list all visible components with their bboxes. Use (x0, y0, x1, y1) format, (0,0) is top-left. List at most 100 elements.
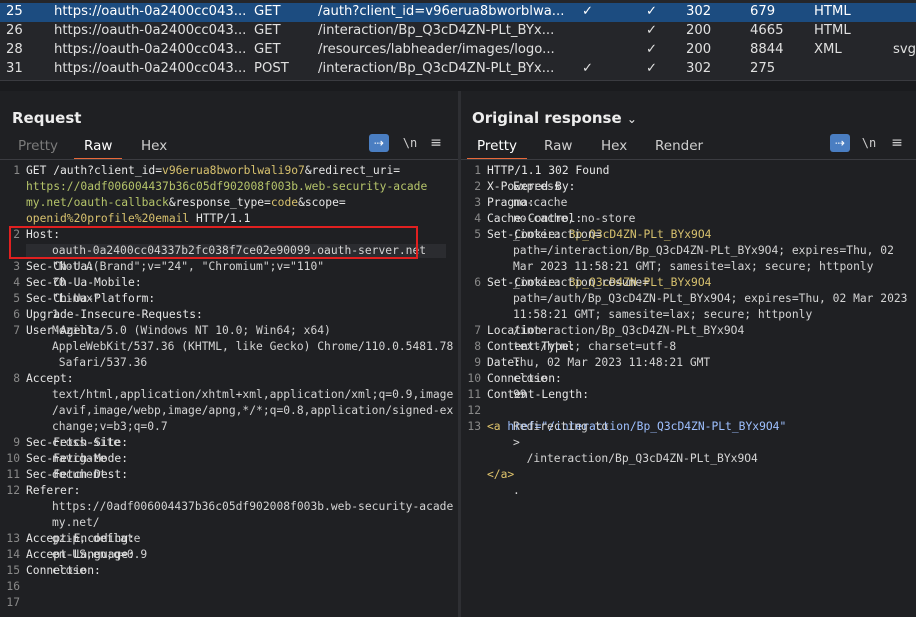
request-editor[interactable]: 1 GET /auth?client_id=v96erua8bworblwali9… (0, 160, 458, 617)
tab-pretty[interactable]: Pretty (466, 135, 528, 160)
code-token: &redirect_uri= (304, 164, 401, 177)
code-token: Safari/537.36 (52, 356, 148, 369)
row-url: /resources/labheader/images/logo... (318, 42, 555, 57)
code-token: no-cache, no-store (513, 212, 636, 225)
line-number: 5 (474, 228, 481, 241)
row-number: 28 (6, 42, 23, 57)
table-row[interactable]: 28 https://oauth-0a2400cc043... GET/resour… (0, 41, 916, 60)
line-number: 8 (13, 372, 20, 385)
code-line: GET /auth?client_id=v96erua8bworblwali9o… (26, 163, 400, 179)
row-params-check: ✓ (582, 61, 594, 76)
response-title[interactable]: Original response ⌄ (472, 109, 637, 127)
line-number: 3 (474, 196, 481, 209)
code-line: Connection: close (26, 563, 108, 579)
newline-toggle-icon[interactable]: \n (400, 134, 420, 152)
row-method: POST (254, 61, 289, 76)
table-row[interactable]: 26 https://oauth-0a2400cc043... GET/intera… (0, 22, 916, 41)
row-edited-check: ✓ (646, 23, 658, 38)
row-length: 275 (750, 61, 776, 76)
row-status: 200 (686, 23, 712, 38)
line-number: 11 (6, 468, 20, 481)
line-number: 14 (6, 548, 20, 561)
tab-raw[interactable]: Raw (544, 135, 572, 157)
table-row[interactable]: 25 https://oauth-0a2400cc043... GET/auth?c… (0, 3, 916, 22)
line-number: 7 (474, 324, 481, 337)
row-url: /interaction/Bp_Q3cD4ZN-PLt_BYx... (318, 61, 555, 76)
code-token: Sec-Ch-Ua-Mobile: (26, 276, 149, 289)
code-token: > (513, 436, 520, 449)
code-token: . (513, 484, 520, 497)
code-line: Host: (26, 227, 60, 243)
code-token: change;v=b3;q=0.7 (52, 420, 168, 433)
code-token: close (52, 564, 87, 577)
line-number: 13 (6, 532, 20, 545)
code-token: path=/auth/Bp_Q3cD4ZN-PLt_BYx9O4; expire… (513, 292, 908, 305)
line-number: 12 (467, 404, 481, 417)
response-viewer[interactable]: 1 HTTP/1.1 302 Found 2 X-Powered-By: Expres… (461, 160, 916, 617)
code-token: /avif,image/webp,image/apng,*/*;q=0.8,ap… (52, 404, 454, 417)
line-number: 3 (13, 260, 20, 273)
code-line: Content-Length: 99 (487, 387, 596, 403)
code-line: Connection: close (487, 371, 569, 387)
line-number: 4 (13, 276, 20, 289)
hamburger-menu-icon[interactable]: ≡ (889, 134, 905, 152)
line-number: 10 (6, 452, 20, 465)
wrap-lines-icon[interactable]: ⇢ (830, 134, 850, 152)
code-line: my.net/oauth-callback&response_type=code… (26, 195, 346, 211)
code-token: HTTP/1.1 302 Found (487, 164, 610, 177)
tab-hex[interactable]: Hex (141, 135, 167, 157)
code-line: Cache-Control: no-cache, no-store (487, 211, 635, 227)
code-line: Sec-Ch-Ua: "Not A(Brand";v="24", "Chromi… (26, 259, 324, 275)
code-line: HTTP/1.1 302 Found (487, 163, 609, 179)
row-url: /auth?client_id=v96erua8bworblwa... (318, 4, 565, 19)
code-token: Redirecting to (513, 420, 616, 433)
code-token: no-cache (513, 196, 568, 209)
line-number: 9 (474, 356, 481, 369)
code-line: Accept: (26, 371, 74, 387)
code-token: Express (513, 180, 561, 193)
line-number: 16 (6, 580, 20, 593)
line-number: 1 (474, 164, 481, 177)
row-edited-check: ✓ (646, 42, 658, 57)
code-line: </a> (487, 467, 514, 483)
code-token: Referer: (26, 484, 81, 497)
tab-render[interactable]: Render (655, 135, 703, 157)
row-length: 679 (750, 4, 776, 19)
row-status: 200 (686, 42, 712, 57)
row-host: https://oauth-0a2400cc043... (54, 4, 247, 19)
line-number: 8 (474, 340, 481, 353)
code-token: oauth-0a2400cc04337b2fc038f7ce02e90099.o… (52, 244, 427, 257)
row-length: 4665 (750, 23, 784, 38)
code-token: Thu, 02 Mar 2023 11:48:21 GMT (513, 356, 711, 369)
row-mime: HTML (814, 4, 851, 19)
line-number: 6 (13, 308, 20, 321)
row-mime: XML (814, 42, 842, 57)
code-token: /interaction/Bp_Q3cD4ZN-PLt_BYx9O4 (513, 324, 745, 337)
line-number: 2 (474, 180, 481, 193)
chevron-down-icon: ⌄ (626, 112, 637, 126)
code-line: Date: Thu, 02 Mar 2023 11:48:21 GMT (487, 355, 710, 371)
code-token: https://0adf006004437b36c05df902008f003b… (26, 180, 428, 193)
row-edited-check: ✓ (646, 61, 658, 76)
code-line: Sec-Fetch-Dest: document (26, 467, 135, 483)
tab-pretty[interactable]: Pretty (18, 135, 58, 157)
line-number: 5 (13, 292, 20, 305)
line-number: 15 (6, 564, 20, 577)
newline-toggle-icon[interactable]: \n (859, 134, 879, 152)
tab-hex[interactable]: Hex (601, 135, 627, 157)
table-row[interactable]: 31 https://oauth-0a2400cc043... POST/inter… (0, 60, 916, 79)
code-token: "Not A(Brand";v="24", "Chromium";v="110" (52, 260, 325, 273)
tab-raw[interactable]: Raw (73, 135, 123, 160)
code-line: Accept-Encoding: gzip, deflate (26, 531, 142, 547)
code-line: Pragma: no-cache (487, 195, 567, 211)
row-method: GET (254, 23, 281, 38)
hamburger-menu-icon[interactable]: ≡ (428, 134, 444, 152)
code-token: my.net/oauth-callback (26, 196, 169, 209)
code-token: document (52, 468, 107, 481)
code-line: https://0adf006004437b36c05df902008f003b… (26, 179, 427, 195)
wrap-lines-icon[interactable]: ⇢ (369, 134, 389, 152)
splitter-horizontal[interactable] (0, 80, 916, 91)
code-token: openid%20profile%20email (26, 212, 190, 225)
code-token: path=/interaction/Bp_Q3cD4ZN-PLt_BYx9O4;… (513, 244, 894, 257)
row-method: GET (254, 4, 281, 19)
